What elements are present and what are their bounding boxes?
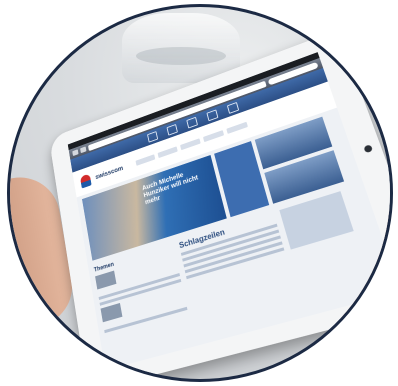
site-nav-tab [135,154,156,166]
toolbar-icon [185,116,198,129]
hero-headline: Auch Michelle Hunziker will nicht mehr [141,172,199,207]
site-nav-tab [226,121,249,134]
home-button [363,144,374,154]
site-nav-tab [157,146,179,158]
search-icon [226,102,239,115]
toolbar-icon [166,124,178,136]
photo-circle-frame: swisscom Auch Michelle Hunziker will nic… [7,4,393,382]
tablet-device: swisscom Auch Michelle Hunziker will nic… [48,29,390,379]
toolbar-icon [205,109,218,122]
site-nav-tab [180,138,202,151]
site-logo-text: swisscom [94,164,124,181]
site-nav-tab [203,129,225,143]
photo-scene: swisscom Auch Michelle Hunziker will nic… [10,7,390,379]
news-thumbnail [100,302,123,323]
tablet-screen: swisscom Auch Michelle Hunziker will nic… [67,52,390,371]
toolbar-icon [146,131,158,143]
back-icon [72,149,79,157]
news-thumbnail [95,270,117,290]
site-logo-icon [79,173,92,189]
forward-icon [80,146,87,154]
